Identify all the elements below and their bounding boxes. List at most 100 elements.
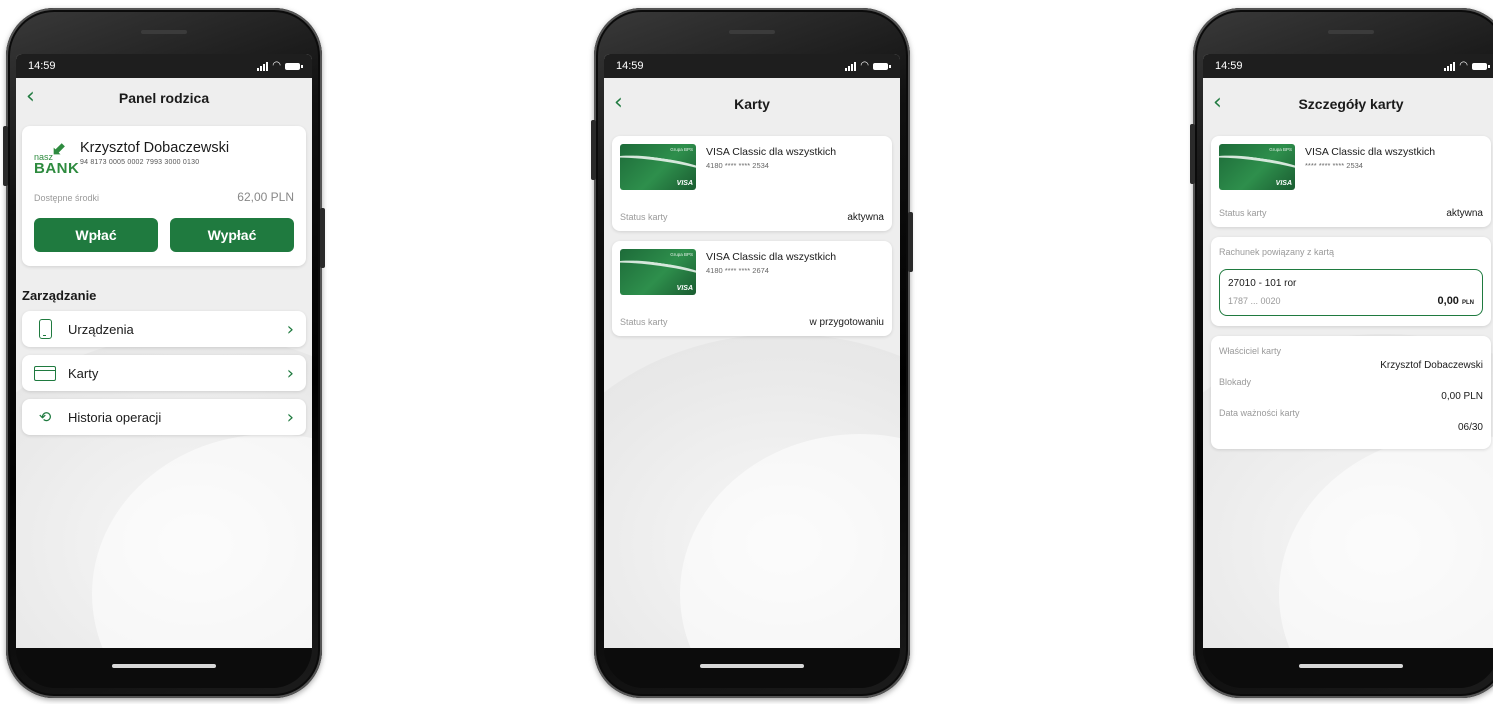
account-number: 94 8173 0005 0002 7993 3000 0130: [80, 159, 200, 166]
volume-button: [591, 120, 596, 180]
deposit-button[interactable]: Wpłać: [34, 218, 158, 252]
phone-mockup-karty: 14:59 ◠ ‹ Karty Grupa BPS VISA VISA Clas…: [591, 8, 913, 698]
volume-button: [3, 126, 8, 186]
power-button: [320, 208, 325, 268]
card-name: VISA Classic dla wszystkich: [706, 146, 837, 158]
home-indicator[interactable]: [112, 664, 216, 668]
battery-icon: [1472, 62, 1490, 70]
phone-mockup-szczegoly-karty: 14:59 ◠ ‹ Szczegóły karty Grupa BPS VISA: [1190, 8, 1493, 698]
expiry-label: Data ważności karty: [1219, 408, 1300, 418]
chevron-right-icon: ›: [286, 406, 294, 428]
linked-account-number: 1787 ... 0020: [1228, 296, 1281, 306]
phone-chin: [604, 648, 900, 688]
wifi-icon: ◠: [1459, 60, 1468, 71]
linked-account-name: 27010 - 101 ror: [1228, 278, 1297, 289]
bank-logo: ⬋ nasz BANK: [34, 138, 80, 177]
card-summary: Grupa BPS VISA VISA Classic dla wszystki…: [1211, 136, 1491, 227]
card-image: Grupa BPS VISA: [620, 144, 696, 190]
nav-item-label: Urządzenia: [68, 321, 134, 337]
nav-header: ‹ Karty: [604, 78, 900, 130]
account-holder: Krzysztof Dobaczewski: [80, 140, 230, 156]
home-indicator[interactable]: [1299, 664, 1403, 668]
page-title: Karty: [734, 96, 770, 112]
screen: 14:59 ◠ ‹ Panel rodzica ⬋ nasz BANK Krzy…: [16, 54, 312, 650]
status-time: 14:59: [28, 60, 56, 72]
card-status-label: Status karty: [620, 317, 668, 327]
credit-card-icon: [34, 365, 56, 381]
phone-chin: [1203, 648, 1493, 688]
nav-header: ‹ Szczegóły karty: [1203, 78, 1493, 130]
nav-item-label: Karty: [68, 365, 99, 381]
status-icons: ◠: [257, 60, 303, 71]
card-name: VISA Classic dla wszystkich: [1305, 146, 1436, 158]
page-title: Panel rodzica: [118, 90, 210, 106]
speaker-grille: [729, 30, 775, 34]
blocks-value: 0,00 PLN: [1441, 391, 1483, 402]
card-number: 4180 **** **** 2534: [706, 161, 769, 170]
nav-header: ‹ Panel rodzica: [16, 78, 312, 118]
section-title: Zarządzanie: [22, 288, 97, 303]
card-status-label: Status karty: [620, 212, 668, 222]
back-arrow-icon[interactable]: ‹: [1213, 92, 1222, 114]
chevron-right-icon: ›: [286, 362, 294, 384]
card-details: Właściciel karty Krzysztof Dobaczewski B…: [1211, 336, 1491, 449]
available-funds-label: Dostępne środki: [34, 193, 100, 203]
signal-icon: [845, 61, 857, 71]
status-icons: ◠: [845, 60, 891, 71]
owner-label: Właściciel karty: [1219, 346, 1282, 356]
back-arrow-icon[interactable]: ‹: [26, 86, 35, 108]
phone-icon: [38, 319, 52, 339]
status-icons: ◠: [1444, 60, 1490, 71]
signal-icon: [1444, 61, 1456, 71]
card-list-item[interactable]: Grupa BPS VISA VISA Classic dla wszystki…: [612, 241, 892, 336]
phone-chin: [16, 648, 312, 688]
card-list-item[interactable]: Grupa BPS VISA VISA Classic dla wszystki…: [612, 136, 892, 231]
speaker-grille: [141, 30, 187, 34]
battery-icon: [873, 62, 891, 70]
card-status: w przygotowaniu: [809, 317, 884, 328]
linked-account-balance: 0,00 PLN: [1437, 295, 1474, 307]
page-title: Szczegóły karty: [1298, 96, 1404, 112]
battery-icon: [285, 62, 303, 70]
status-bar: 14:59 ◠: [604, 54, 900, 78]
screen: 14:59 ◠ ‹ Karty Grupa BPS VISA VISA Clas…: [604, 54, 900, 650]
card-image: Grupa BPS VISA: [620, 249, 696, 295]
owner-value: Krzysztof Dobaczewski: [1380, 360, 1483, 371]
card-image: Grupa BPS VISA: [1219, 144, 1295, 190]
card-status: aktywna: [1446, 208, 1483, 219]
card-number: 4180 **** **** 2674: [706, 266, 769, 275]
status-time: 14:59: [1215, 60, 1243, 72]
power-button: [908, 212, 913, 272]
screen: 14:59 ◠ ‹ Szczegóły karty Grupa BPS VISA: [1203, 54, 1493, 650]
nav-item-history[interactable]: ⟲ Historia operacji ›: [22, 399, 306, 435]
available-funds-amount: 62,00 PLN: [237, 190, 294, 204]
card-name: VISA Classic dla wszystkich: [706, 251, 837, 263]
blocks-label: Blokady: [1219, 377, 1252, 387]
linked-account-tile[interactable]: 27010 - 101 ror 1787 ... 0020 0,00 PLN: [1219, 269, 1483, 316]
wifi-icon: ◠: [272, 60, 281, 71]
expiry-value: 06/30: [1457, 422, 1483, 433]
card-status-label: Status karty: [1219, 208, 1267, 218]
status-bar: 14:59 ◠: [16, 54, 312, 78]
speaker-grille: [1328, 30, 1374, 34]
card-status: aktywna: [847, 212, 884, 223]
card-number: **** **** **** 2534: [1305, 161, 1363, 170]
signal-icon: [257, 61, 269, 71]
linked-account-card: Rachunek powiązany z kartą 27010 - 101 r…: [1211, 237, 1491, 326]
linked-account-label: Rachunek powiązany z kartą: [1219, 247, 1335, 257]
wifi-icon: ◠: [860, 60, 869, 71]
home-indicator[interactable]: [700, 664, 804, 668]
nav-item-devices[interactable]: Urządzenia ›: [22, 311, 306, 347]
phone-mockup-panel-rodzica: 14:59 ◠ ‹ Panel rodzica ⬋ nasz BANK Krzy…: [3, 8, 325, 698]
account-card: ⬋ nasz BANK Krzysztof Dobaczewski 94 817…: [22, 126, 306, 266]
withdraw-button[interactable]: Wypłać: [170, 218, 294, 252]
back-arrow-icon[interactable]: ‹: [614, 92, 623, 114]
nav-item-label: Historia operacji: [68, 409, 162, 425]
chevron-right-icon: ›: [286, 318, 294, 340]
history-icon: ⟲: [38, 408, 52, 426]
logo-arrow-icon: ⬋: [52, 138, 68, 158]
status-time: 14:59: [616, 60, 644, 72]
volume-button: [1190, 124, 1195, 184]
status-bar: 14:59 ◠: [1203, 54, 1493, 78]
nav-item-cards[interactable]: Karty ›: [22, 355, 306, 391]
